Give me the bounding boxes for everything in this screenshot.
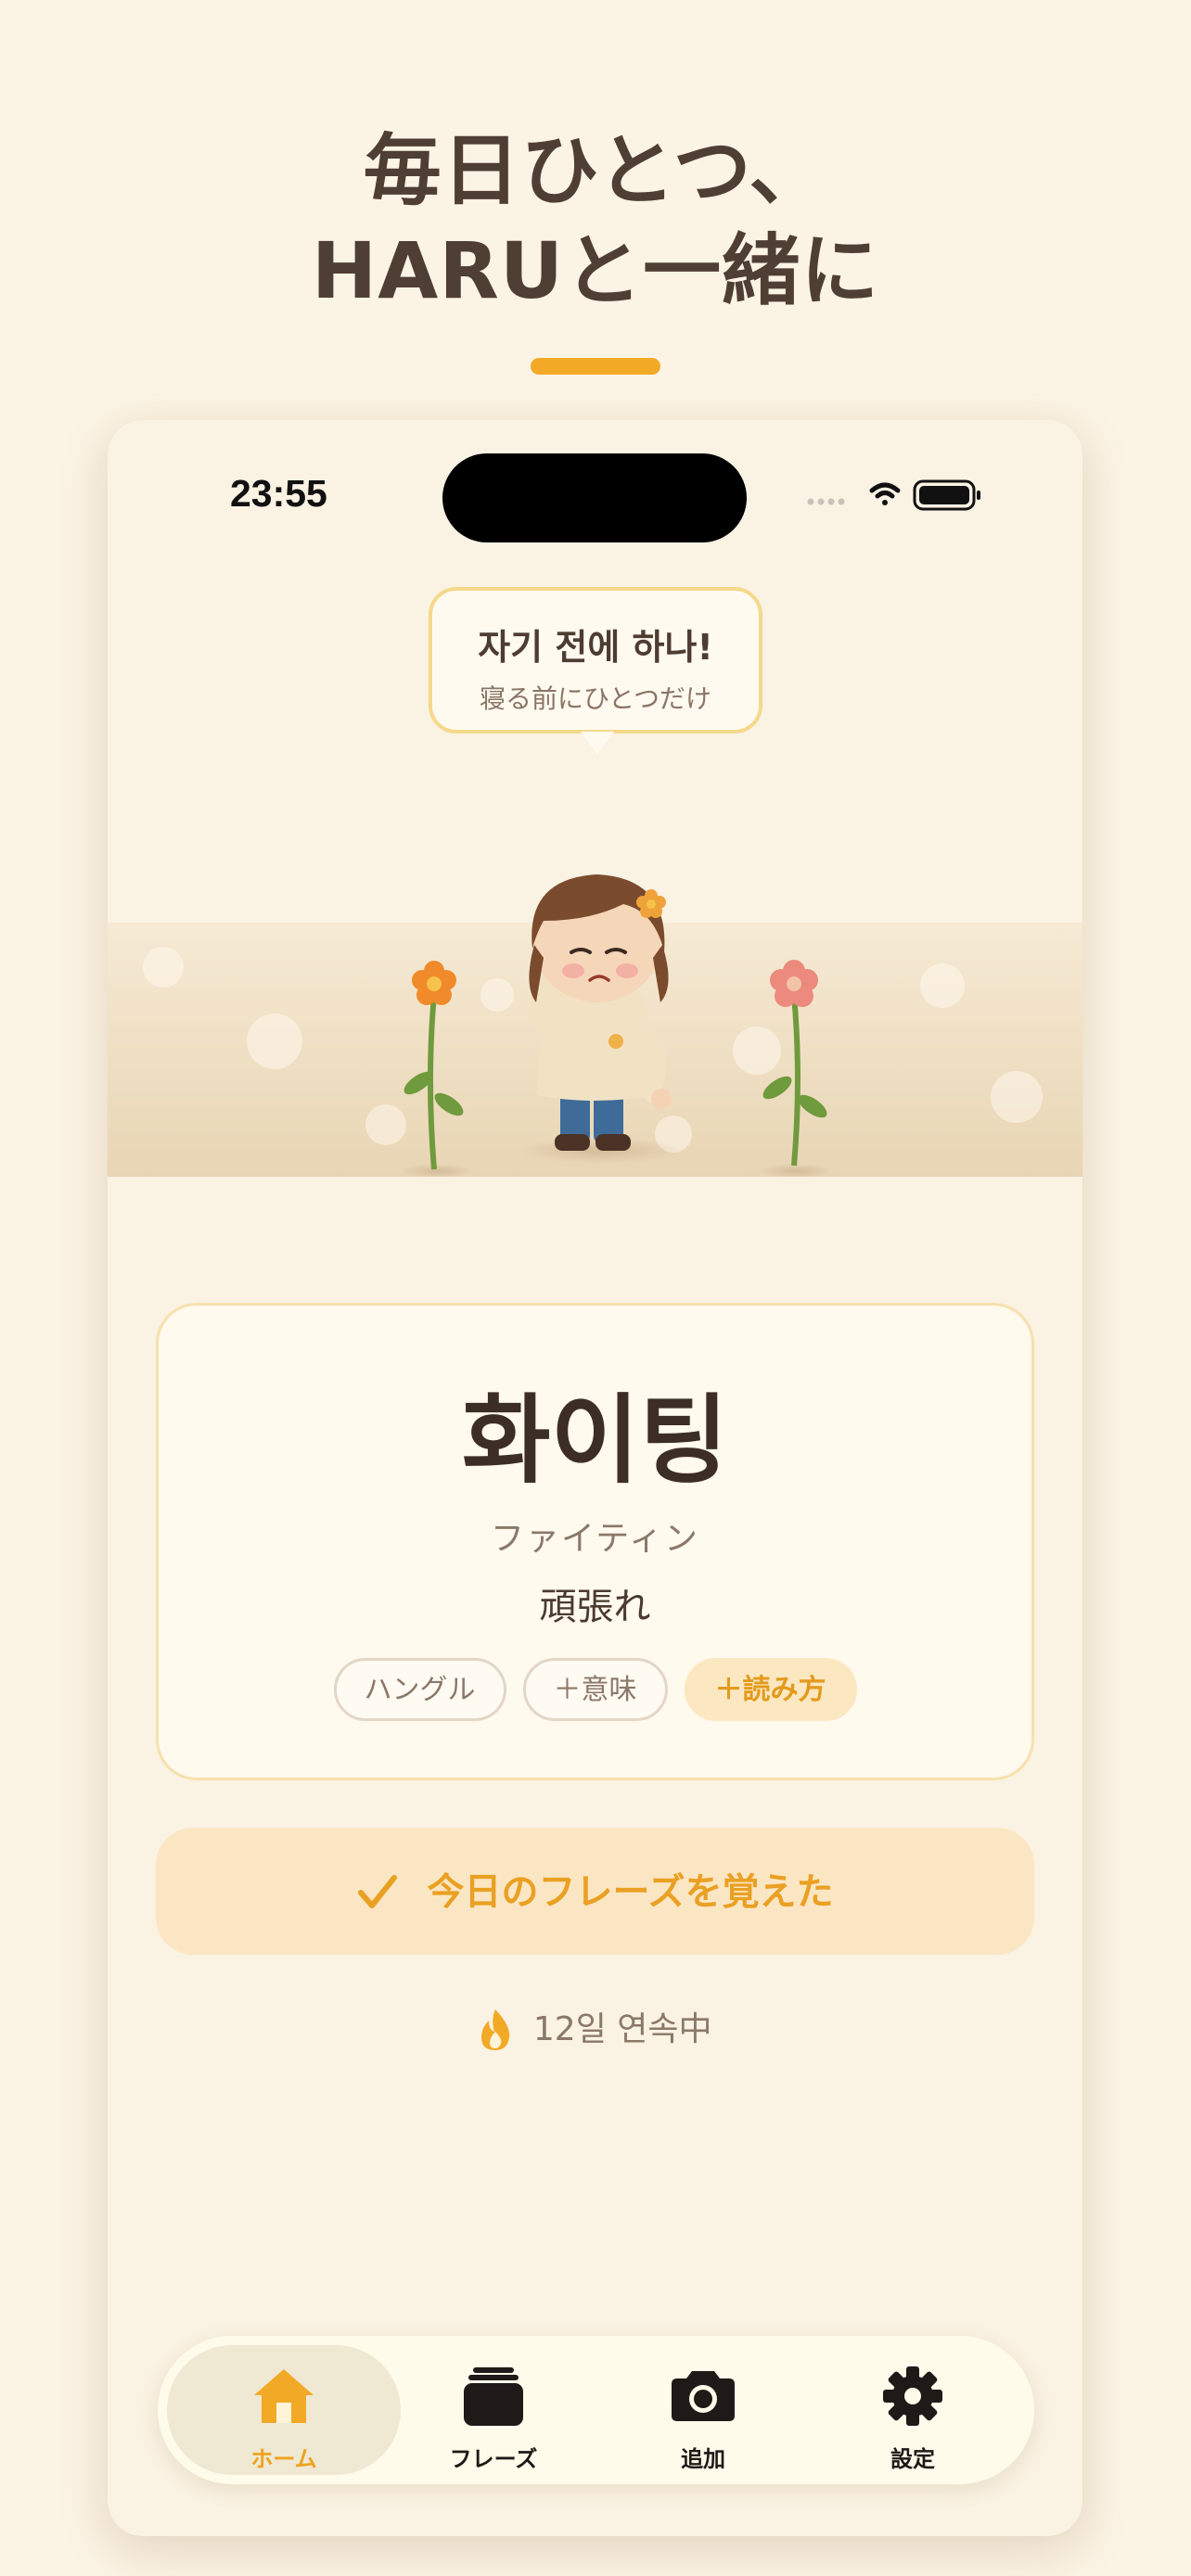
status-time: 23:55 bbox=[230, 472, 327, 515]
chip-meaning[interactable]: ＋意味 bbox=[522, 1658, 668, 1721]
tab-home[interactable]: ホーム bbox=[167, 2345, 401, 2475]
speech-korean: 자기 전에 하나! bbox=[478, 627, 713, 668]
wifi-icon bbox=[869, 482, 901, 505]
status-icons bbox=[807, 479, 980, 511]
cellular-signal-icon bbox=[807, 498, 845, 505]
phrase-chip-group: ハングル ＋意味 ＋読み方 bbox=[159, 1658, 1031, 1721]
phrase-card: 화이팅 ファイティン 頑張れ ハングル ＋意味 ＋読み方 bbox=[156, 1303, 1034, 1780]
learned-today-button[interactable]: 今日のフレーズを覚えた bbox=[156, 1828, 1034, 1955]
phrase-word: 화이팅 bbox=[461, 1384, 729, 1497]
tab-home-label: ホーム bbox=[250, 2446, 317, 2472]
phrase-meaning: 頑張れ bbox=[539, 1586, 651, 1628]
dynamic-island bbox=[442, 453, 747, 542]
headline-accent-bar bbox=[531, 358, 660, 375]
camera-icon bbox=[672, 2371, 735, 2421]
streak-indicator: 12일 연속中 bbox=[108, 2001, 1082, 2058]
tab-phrases-label: フレーズ bbox=[449, 2446, 538, 2472]
speech-bubble: 자기 전에 하나! 寝る前にひとつだけ bbox=[429, 587, 762, 754]
bottom-tab-bar: ホーム フレーズ 追加 設定 bbox=[158, 2336, 1034, 2484]
streak-text: 12일 연속中 bbox=[532, 2010, 712, 2048]
speech-japanese: 寝る前にひとつだけ bbox=[479, 683, 712, 714]
chip-reading[interactable]: ＋読み方 bbox=[684, 1658, 857, 1721]
checkmark-icon bbox=[357, 1875, 397, 1908]
tab-settings-label: 設定 bbox=[890, 2446, 935, 2472]
headline-line-1: 毎日ひとつ、 bbox=[363, 125, 828, 216]
learned-today-label: 今日のフレーズを覚えた bbox=[427, 1870, 834, 1914]
battery-icon bbox=[913, 479, 980, 511]
cards-stack-icon bbox=[464, 2367, 523, 2426]
phrase-reading: ファイティン bbox=[490, 1520, 700, 1558]
tab-add[interactable]: 追加 bbox=[586, 2345, 820, 2475]
headline-line-2: HARUと一緒に bbox=[311, 225, 880, 316]
promo-headline: 毎日ひとつ、 HARUと一緒に bbox=[0, 121, 1191, 321]
tab-phrases[interactable]: フレーズ bbox=[377, 2345, 610, 2475]
mascot-scene-illustration bbox=[108, 874, 1082, 1177]
phone-screen: 23:55 자기 전에 하나! 寝る前にひとつだけ 화이팅 ファイティン 頑張れ… bbox=[108, 420, 1082, 2536]
tab-add-label: 追加 bbox=[681, 2446, 725, 2472]
home-icon bbox=[254, 2369, 314, 2423]
chip-hangul[interactable]: ハングル bbox=[333, 1658, 506, 1721]
tab-settings[interactable]: 設定 bbox=[796, 2345, 1030, 2475]
gear-icon bbox=[883, 2366, 942, 2426]
flame-icon bbox=[481, 2009, 510, 2050]
